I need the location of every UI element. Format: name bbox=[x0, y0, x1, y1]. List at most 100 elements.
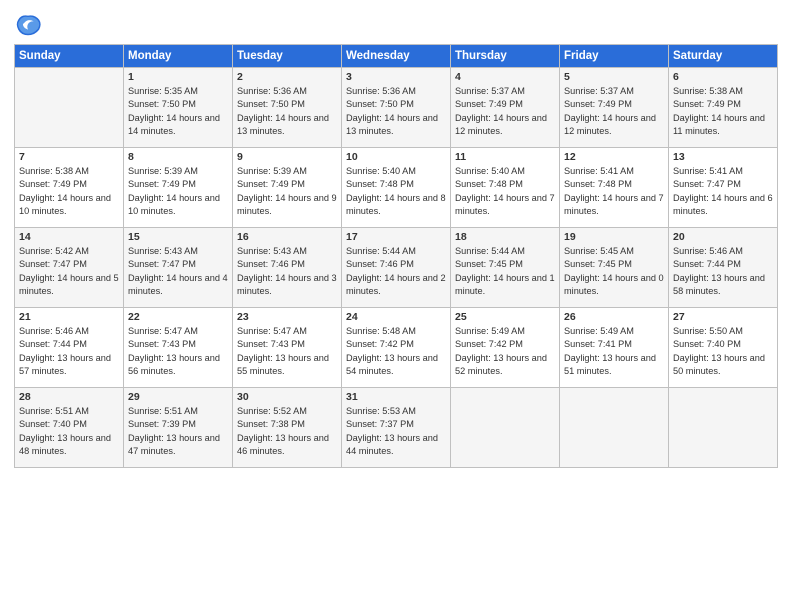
daylight: Daylight: 13 hours and 57 minutes. bbox=[19, 353, 111, 376]
sunrise: Sunrise: 5:38 AM bbox=[19, 166, 89, 176]
week-row-1: 1Sunrise: 5:35 AMSunset: 7:50 PMDaylight… bbox=[15, 68, 778, 148]
cell-3-0: 21Sunrise: 5:46 AMSunset: 7:44 PMDayligh… bbox=[15, 308, 124, 388]
day-number: 17 bbox=[346, 231, 446, 243]
day-info: Sunrise: 5:49 AMSunset: 7:42 PMDaylight:… bbox=[455, 325, 555, 378]
cell-4-5 bbox=[560, 388, 669, 468]
day-info: Sunrise: 5:37 AMSunset: 7:49 PMDaylight:… bbox=[564, 85, 664, 138]
daylight: Daylight: 13 hours and 55 minutes. bbox=[237, 353, 329, 376]
sunrise: Sunrise: 5:36 AM bbox=[237, 86, 307, 96]
day-info: Sunrise: 5:38 AMSunset: 7:49 PMDaylight:… bbox=[19, 165, 119, 218]
day-number: 12 bbox=[564, 151, 664, 163]
week-row-3: 14Sunrise: 5:42 AMSunset: 7:47 PMDayligh… bbox=[15, 228, 778, 308]
header-thursday: Thursday bbox=[451, 45, 560, 68]
day-info: Sunrise: 5:41 AMSunset: 7:47 PMDaylight:… bbox=[673, 165, 773, 218]
day-number: 5 bbox=[564, 71, 664, 83]
cell-3-2: 23Sunrise: 5:47 AMSunset: 7:43 PMDayligh… bbox=[233, 308, 342, 388]
cell-0-6: 6Sunrise: 5:38 AMSunset: 7:49 PMDaylight… bbox=[669, 68, 778, 148]
day-info: Sunrise: 5:53 AMSunset: 7:37 PMDaylight:… bbox=[346, 405, 446, 458]
sunset: Sunset: 7:41 PM bbox=[564, 339, 632, 349]
day-number: 20 bbox=[673, 231, 773, 243]
sunset: Sunset: 7:45 PM bbox=[564, 259, 632, 269]
sunrise: Sunrise: 5:46 AM bbox=[19, 326, 89, 336]
daylight: Daylight: 13 hours and 54 minutes. bbox=[346, 353, 438, 376]
sunrise: Sunrise: 5:39 AM bbox=[128, 166, 198, 176]
day-info: Sunrise: 5:39 AMSunset: 7:49 PMDaylight:… bbox=[237, 165, 337, 218]
day-number: 18 bbox=[455, 231, 555, 243]
daylight: Daylight: 13 hours and 58 minutes. bbox=[673, 273, 765, 296]
sunset: Sunset: 7:47 PM bbox=[128, 259, 196, 269]
daylight: Daylight: 14 hours and 10 minutes. bbox=[19, 193, 111, 216]
sunrise: Sunrise: 5:38 AM bbox=[673, 86, 743, 96]
day-number: 29 bbox=[128, 391, 228, 403]
sunset: Sunset: 7:49 PM bbox=[237, 179, 305, 189]
daylight: Daylight: 14 hours and 14 minutes. bbox=[128, 113, 220, 136]
day-number: 15 bbox=[128, 231, 228, 243]
daylight: Daylight: 14 hours and 3 minutes. bbox=[237, 273, 337, 296]
sunset: Sunset: 7:48 PM bbox=[346, 179, 414, 189]
sunset: Sunset: 7:42 PM bbox=[346, 339, 414, 349]
sunrise: Sunrise: 5:44 AM bbox=[455, 246, 525, 256]
day-number: 31 bbox=[346, 391, 446, 403]
day-info: Sunrise: 5:42 AMSunset: 7:47 PMDaylight:… bbox=[19, 245, 119, 298]
sunset: Sunset: 7:44 PM bbox=[19, 339, 87, 349]
day-info: Sunrise: 5:52 AMSunset: 7:38 PMDaylight:… bbox=[237, 405, 337, 458]
daylight: Daylight: 13 hours and 50 minutes. bbox=[673, 353, 765, 376]
sunrise: Sunrise: 5:37 AM bbox=[455, 86, 525, 96]
sunset: Sunset: 7:43 PM bbox=[237, 339, 305, 349]
daylight: Daylight: 14 hours and 0 minutes. bbox=[564, 273, 664, 296]
sunset: Sunset: 7:38 PM bbox=[237, 419, 305, 429]
header-saturday: Saturday bbox=[669, 45, 778, 68]
sunset: Sunset: 7:40 PM bbox=[19, 419, 87, 429]
header-friday: Friday bbox=[560, 45, 669, 68]
cell-0-4: 4Sunrise: 5:37 AMSunset: 7:49 PMDaylight… bbox=[451, 68, 560, 148]
cell-1-1: 8Sunrise: 5:39 AMSunset: 7:49 PMDaylight… bbox=[124, 148, 233, 228]
calendar-table: SundayMondayTuesdayWednesdayThursdayFrid… bbox=[14, 44, 778, 468]
daylight: Daylight: 14 hours and 4 minutes. bbox=[128, 273, 228, 296]
day-info: Sunrise: 5:37 AM Sunset: 7:49 PM Daylight:… bbox=[455, 85, 555, 138]
day-info: Sunrise: 5:51 AMSunset: 7:39 PMDaylight:… bbox=[128, 405, 228, 458]
week-row-4: 21Sunrise: 5:46 AMSunset: 7:44 PMDayligh… bbox=[15, 308, 778, 388]
day-number: 19 bbox=[564, 231, 664, 243]
daylight: Daylight: 14 hours and 11 minutes. bbox=[673, 113, 765, 136]
daylight: Daylight: 14 hours and 12 minutes. bbox=[455, 113, 547, 136]
cell-4-3: 31 Sunrise: 5:53 AMSunset: 7:37 PMDayligh… bbox=[342, 388, 451, 468]
day-number: 27 bbox=[673, 311, 773, 323]
page: SundayMondayTuesdayWednesdayThursdayFrid… bbox=[0, 0, 792, 476]
sunrise: Sunrise: 5:51 AM bbox=[128, 406, 198, 416]
daylight: Daylight: 13 hours and 47 minutes. bbox=[128, 433, 220, 456]
day-info: Sunrise: 5:45 AM Sunset: 7:45 PM Daylight:… bbox=[564, 245, 664, 298]
cell-0-3: 3Sunrise: 5:36 AMSunset: 7:50 PMDaylight… bbox=[342, 68, 451, 148]
day-info: Sunrise: 5:47 AMSunset: 7:43 PMDaylight:… bbox=[237, 325, 337, 378]
daylight: Daylight: 14 hours and 1 minute. bbox=[455, 273, 555, 296]
sunrise: Sunrise: 5:40 AM bbox=[346, 166, 416, 176]
header-row: SundayMondayTuesdayWednesdayThursdayFrid… bbox=[15, 45, 778, 68]
day-info: Sunrise: 5:47 AMSunset: 7:43 PMDaylight:… bbox=[128, 325, 228, 378]
daylight: Daylight: 14 hours and 8 minutes. bbox=[346, 193, 446, 216]
sunrise: Sunrise: 5:45 AM bbox=[564, 246, 634, 256]
cell-2-2: 16Sunrise: 5:43 AMSunset: 7:46 PMDayligh… bbox=[233, 228, 342, 308]
daylight: Daylight: 13 hours and 52 minutes. bbox=[455, 353, 547, 376]
sunrise: Sunrise: 5:35 AM bbox=[128, 86, 198, 96]
day-number: 28 bbox=[19, 391, 119, 403]
sunrise: Sunrise: 5:49 AM bbox=[455, 326, 525, 336]
day-number: 16 bbox=[237, 231, 337, 243]
daylight: Daylight: 14 hours and 5 minutes. bbox=[19, 273, 119, 296]
sunset: Sunset: 7:49 PM bbox=[455, 99, 523, 109]
sunset: Sunset: 7:50 PM bbox=[237, 99, 305, 109]
sunrise: Sunrise: 5:44 AM bbox=[346, 246, 416, 256]
day-info: Sunrise: 5:39 AMSunset: 7:49 PMDaylight:… bbox=[128, 165, 228, 218]
sunrise: Sunrise: 5:39 AM bbox=[237, 166, 307, 176]
sunrise: Sunrise: 5:46 AM bbox=[673, 246, 743, 256]
cell-2-5: 19 Sunrise: 5:45 AM Sunset: 7:45 PM Dayligh… bbox=[560, 228, 669, 308]
day-number: 13 bbox=[673, 151, 773, 163]
sunrise: Sunrise: 5:43 AM bbox=[128, 246, 198, 256]
cell-3-3: 24Sunrise: 5:48 AMSunset: 7:42 PMDayligh… bbox=[342, 308, 451, 388]
day-info: Sunrise: 5:48 AMSunset: 7:42 PMDaylight:… bbox=[346, 325, 446, 378]
sunset: Sunset: 7:46 PM bbox=[237, 259, 305, 269]
day-info: Sunrise: 5:43 AM Sunset: 7:47 PM Daylight:… bbox=[128, 245, 228, 298]
day-info: Sunrise: 5:49 AMSunset: 7:41 PMDaylight:… bbox=[564, 325, 664, 378]
sunset: Sunset: 7:50 PM bbox=[128, 99, 196, 109]
cell-3-4: 25Sunrise: 5:49 AMSunset: 7:42 PMDayligh… bbox=[451, 308, 560, 388]
cell-1-4: 11Sunrise: 5:40 AMSunset: 7:48 PMDayligh… bbox=[451, 148, 560, 228]
cell-4-0: 28Sunrise: 5:51 AMSunset: 7:40 PMDayligh… bbox=[15, 388, 124, 468]
